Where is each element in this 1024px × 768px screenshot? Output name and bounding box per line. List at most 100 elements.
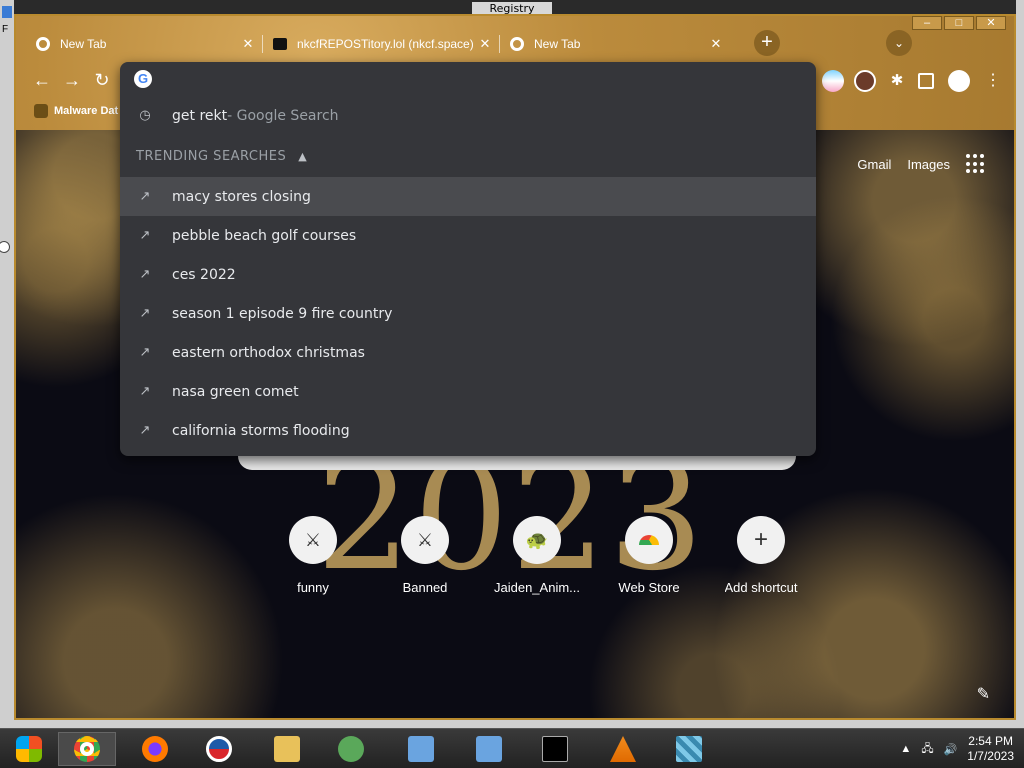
trending-item[interactable]: ↗ season 1 episode 9 fire country <box>120 294 816 333</box>
shortcut-funny[interactable]: ⚔ funny <box>257 516 369 595</box>
folder-icon <box>273 38 287 50</box>
google-bar: Gmail Images <box>857 154 986 174</box>
trending-icon: ↗ <box>139 267 151 282</box>
new-tab-button[interactable]: + <box>754 30 780 56</box>
taskbar: ▲ 🖧 🔊 2:54 PM 1/7/2023 <box>0 728 1024 768</box>
suggestion-suffix: - Google Search <box>227 107 339 124</box>
trending-icon: ↗ <box>139 423 151 438</box>
taskbar-remote-2[interactable] <box>460 732 518 766</box>
taskbar-explorer[interactable] <box>258 732 316 766</box>
taskbar-obama[interactable] <box>190 732 248 766</box>
images-link[interactable]: Images <box>907 157 950 172</box>
trending-item[interactable]: ↗ eastern orthodox christmas <box>120 333 816 372</box>
menu-icon[interactable]: ⋮ <box>982 70 1004 92</box>
clock-time: 2:54 PM <box>968 734 1013 748</box>
taskbar-remote-1[interactable] <box>392 732 450 766</box>
gmail-link[interactable]: Gmail <box>857 157 891 172</box>
taskbar-firefox[interactable] <box>126 732 184 766</box>
trending-text: ces 2022 <box>172 266 236 283</box>
close-tab-icon[interactable]: ✕ <box>477 36 493 52</box>
taskbar-chrome[interactable] <box>58 732 116 766</box>
forward-icon[interactable]: → <box>58 66 86 94</box>
reload-icon[interactable]: ↻ <box>88 66 116 94</box>
taskbar-users[interactable] <box>322 732 380 766</box>
bookmark-malware-data[interactable]: Malware Dat <box>34 104 118 118</box>
trending-item[interactable]: ↗ nasa green comet <box>120 372 816 411</box>
bookmark-icon <box>34 104 48 118</box>
taskbar-vlc[interactable] <box>594 732 652 766</box>
trending-text: eastern orthodox christmas <box>172 344 365 361</box>
folder-icon <box>274 736 300 762</box>
clock-icon: ◷ <box>139 108 151 123</box>
shortcut-add[interactable]: + Add shortcut <box>705 516 817 595</box>
tab-label: New Tab <box>534 37 581 51</box>
shortcut-label: Banned <box>402 580 448 595</box>
start-button[interactable] <box>0 732 58 766</box>
pencil-icon[interactable]: ✎ <box>977 684 990 704</box>
close-tab-icon[interactable]: ✕ <box>708 36 724 52</box>
network-icon[interactable]: 🖧 <box>921 740 933 759</box>
shortcut-label: Add shortcut <box>724 580 798 595</box>
close-tab-icon[interactable]: ✕ <box>240 36 256 52</box>
tray-expand-icon[interactable]: ▲ <box>900 743 911 755</box>
trending-icon: ↗ <box>139 189 151 204</box>
maximize-button[interactable]: □ <box>944 16 974 30</box>
minimize-button[interactable]: – <box>912 16 942 30</box>
trending-text: season 1 episode 9 fire country <box>172 305 393 322</box>
trending-item[interactable]: ↗ macy stores closing <box>120 177 816 216</box>
trending-item[interactable]: ↗ pebble beach golf courses <box>120 216 816 255</box>
puzzle-icon[interactable]: ✱ <box>886 70 908 92</box>
shortcut-label: Jaiden_Anim... <box>494 580 580 595</box>
flag-extension-icon[interactable] <box>822 70 844 92</box>
tab-new-tab-2[interactable]: New Tab ✕ <box>500 28 730 60</box>
history-suggestion[interactable]: ◷ get rekt - Google Search <box>120 96 816 135</box>
apps-grid-icon[interactable] <box>966 154 986 174</box>
tab-strip: New Tab ✕ nkcfREPOSTitory.lol (nkcf.spac… <box>26 28 730 62</box>
volume-icon[interactable]: 🔊 <box>944 743 958 756</box>
bird-icon: 🐢 <box>513 516 561 564</box>
omnibox-input[interactable]: G <box>120 62 816 96</box>
taskbar-regedit[interactable] <box>660 732 718 766</box>
trending-icon: ↗ <box>139 228 151 243</box>
shortcut-label: funny <box>297 580 329 595</box>
trending-item[interactable]: ↗ ces 2022 <box>120 255 816 294</box>
profile-icon[interactable] <box>948 70 970 92</box>
sword-icon: ⚔ <box>401 516 449 564</box>
back-icon[interactable]: ← <box>28 66 56 94</box>
trending-icon: ↗ <box>139 345 151 360</box>
shortcut-banned[interactable]: ⚔ Banned <box>369 516 481 595</box>
tab-search-button[interactable]: ⌄ <box>886 30 912 56</box>
shortcut-label: Web Store <box>618 580 680 595</box>
chevron-up-icon[interactable]: ▲ <box>298 150 307 163</box>
trending-title: TRENDING SEARCHES <box>136 148 287 164</box>
chrome-icon <box>36 37 50 51</box>
trending-text: california storms flooding <box>172 422 350 439</box>
app-icon <box>2 6 12 18</box>
windows-logo-icon <box>16 736 42 762</box>
avatar-extension-icon[interactable] <box>854 70 876 92</box>
desktop-right-strip <box>1016 0 1024 728</box>
trending-item[interactable]: ↗ california storms flooding <box>120 411 816 450</box>
vlc-cone-icon <box>610 736 636 762</box>
trending-text: pebble beach golf courses <box>172 227 357 244</box>
close-window-button[interactable]: ✕ <box>976 16 1006 30</box>
users-icon <box>338 736 364 762</box>
registry-icon <box>676 736 702 762</box>
side-panel-icon[interactable] <box>918 73 934 89</box>
plus-icon: + <box>737 516 785 564</box>
clock[interactable]: 2:54 PM 1/7/2023 <box>967 734 1014 764</box>
taskbar-cmd[interactable] <box>526 732 584 766</box>
trending-text: macy stores closing <box>172 188 311 205</box>
shortcut-web-store[interactable]: Web Store <box>593 516 705 595</box>
tab-nkcf-repository[interactable]: nkcfREPOSTitory.lol (nkcf.space) ✕ <box>263 28 499 60</box>
firefox-icon <box>142 736 168 762</box>
trending-header[interactable]: TRENDING SEARCHES ▲ <box>120 135 816 177</box>
ntp-search-box[interactable] <box>238 456 796 470</box>
chrome-icon <box>74 736 100 762</box>
tab-new-tab-1[interactable]: New Tab ✕ <box>26 28 262 60</box>
shortcut-jaiden[interactable]: 🐢 Jaiden_Anim... <box>481 516 593 595</box>
terminal-icon <box>542 736 568 762</box>
trending-icon: ↗ <box>139 384 151 399</box>
webstore-icon <box>625 516 673 564</box>
google-icon: G <box>134 70 152 88</box>
